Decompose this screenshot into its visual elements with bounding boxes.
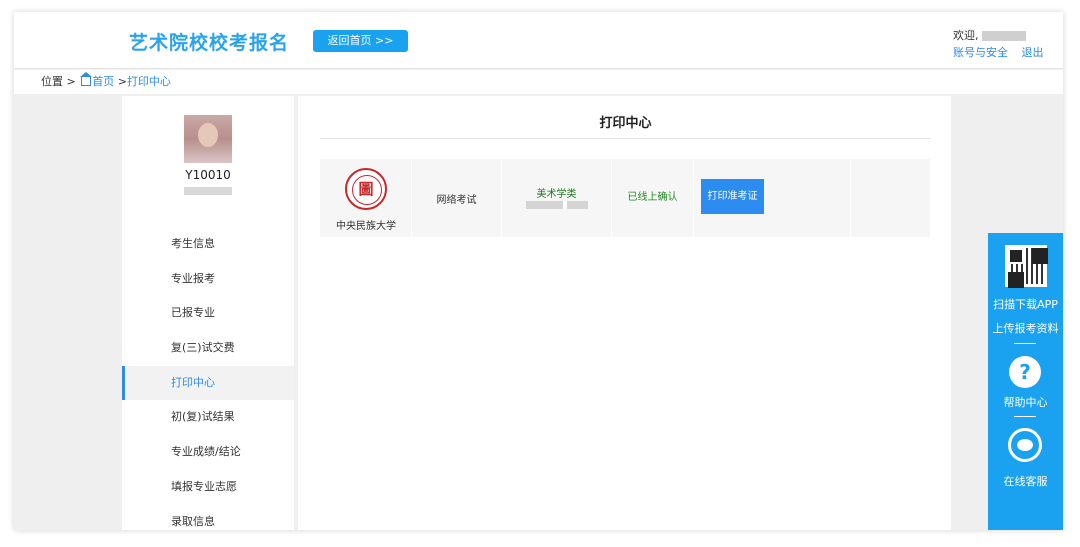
sidebar-item-major-apply[interactable]: 专业报考 xyxy=(122,262,294,297)
exam-type: 网络考试 xyxy=(436,195,477,206)
qr-code-icon[interactable] xyxy=(1005,245,1047,287)
sidebar: Y10010 考生信息 专业报考 已报专业 复(三)试交费 打印中心 初(复)试… xyxy=(122,96,294,530)
home-button[interactable]: 返回首页 >> xyxy=(313,30,408,52)
logout-link[interactable]: 退出 xyxy=(1022,46,1044,59)
headset-icon[interactable] xyxy=(1008,428,1042,462)
student-name-blurred xyxy=(184,187,232,195)
online-service-link[interactable]: 在线客服 xyxy=(988,473,1063,489)
sidebar-item-applied-majors[interactable]: 已报专业 xyxy=(122,296,294,331)
status-cell: 已线上确认 xyxy=(612,159,694,237)
divider xyxy=(1014,416,1036,417)
help-icon[interactable]: ? xyxy=(1009,356,1041,388)
upload-materials-link[interactable]: 上传报考资料 xyxy=(988,320,1063,336)
university-cell: 中央民族大学 xyxy=(320,159,412,237)
header: 艺术院校校考报名 返回首页 >> 欢迎, 账号与安全 退出 xyxy=(14,12,1063,69)
status-badge: 已线上确认 xyxy=(627,192,678,203)
breadcrumb-separator: > xyxy=(117,75,127,88)
welcome-label: 欢迎, xyxy=(953,29,979,42)
page-title: 打印中心 xyxy=(320,112,931,139)
breadcrumb: 位置 > 首页 >打印中心 xyxy=(14,70,1063,94)
breadcrumb-home[interactable]: 首页 xyxy=(92,75,114,88)
student-id: Y10010 xyxy=(185,168,231,182)
list-item: 中央民族大学 网络考试 美术学类 已线上确认 打印准考证 xyxy=(320,159,931,237)
app-window: 艺术院校校考报名 返回首页 >> 欢迎, 账号与安全 退出 位置 > 首页 >打… xyxy=(14,12,1063,530)
avatar xyxy=(184,115,232,163)
sidebar-item-admission[interactable]: 录取信息 xyxy=(122,505,294,531)
university-logo-icon xyxy=(345,168,387,210)
empty-cell-2 xyxy=(851,159,931,237)
sidebar-item-test-results[interactable]: 初(复)试结果 xyxy=(122,400,294,435)
sidebar-item-print-center[interactable]: 打印中心 xyxy=(122,365,294,401)
account-security-link[interactable]: 账号与安全 xyxy=(953,46,1008,59)
breadcrumb-current[interactable]: 打印中心 xyxy=(127,75,171,88)
print-admission-ticket-button[interactable]: 打印准考证 xyxy=(701,179,764,214)
breadcrumb-prefix: 位置 > xyxy=(41,75,76,88)
sidebar-item-retest-fee[interactable]: 复(三)试交费 xyxy=(122,331,294,366)
scan-download-label[interactable]: 扫描下载APP xyxy=(988,296,1063,312)
help-center-link[interactable]: 帮助中心 xyxy=(988,394,1063,410)
main-panel: 打印中心 中央民族大学 网络考试 美术学类 已线上确认 打印准考证 xyxy=(298,96,951,530)
floating-toolbar: 扫描下载APP 上传报考资料 ? 帮助中心 在线客服 xyxy=(988,233,1063,530)
site-title[interactable]: 艺术院校校考报名 xyxy=(129,28,289,55)
sidebar-item-preferences[interactable]: 填报专业志愿 xyxy=(122,470,294,505)
welcome-text: 欢迎, xyxy=(953,27,1026,43)
home-icon[interactable] xyxy=(80,72,93,86)
sidebar-item-student-info[interactable]: 考生信息 xyxy=(122,227,294,262)
sidebar-item-scores[interactable]: 专业成绩/结论 xyxy=(122,435,294,470)
university-name: 中央民族大学 xyxy=(336,221,396,232)
username-blurred xyxy=(981,31,1026,41)
major-name-blurred xyxy=(526,201,588,209)
sidebar-menu: 考生信息 专业报考 已报专业 复(三)试交费 打印中心 初(复)试结果 专业成绩… xyxy=(122,227,294,530)
divider xyxy=(1014,343,1036,344)
exam-type-cell: 网络考试 xyxy=(412,159,502,237)
empty-cell-1 xyxy=(771,159,851,237)
major-category: 美术学类 xyxy=(536,189,577,200)
major-cell: 美术学类 xyxy=(502,159,612,237)
account-links: 账号与安全 退出 xyxy=(953,44,1054,60)
